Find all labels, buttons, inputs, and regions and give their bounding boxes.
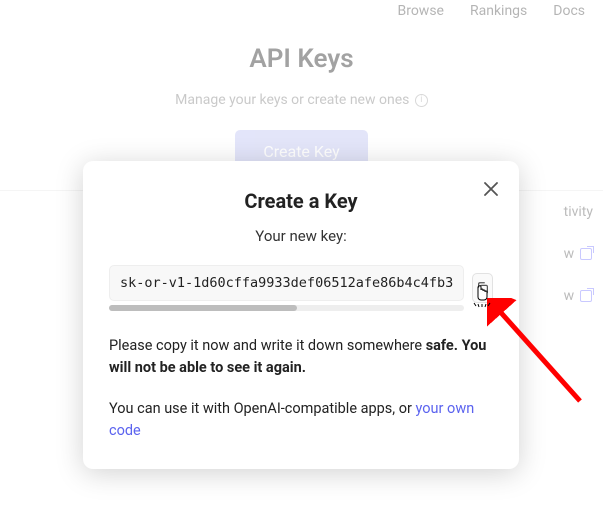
key-row: sk-or-v1-1d60cffa9933def06512afe86b4c4fb… bbox=[109, 265, 493, 311]
close-icon bbox=[484, 182, 498, 196]
page-title: API Keys bbox=[0, 44, 603, 74]
bg-right-column: tivity w w bbox=[564, 204, 593, 330]
info-icon: i bbox=[415, 94, 428, 107]
copy-icon bbox=[476, 281, 490, 295]
external-link-icon bbox=[580, 290, 592, 302]
external-link-icon bbox=[580, 248, 592, 260]
modal-subheading: Your new key: bbox=[109, 227, 493, 245]
compat-text: You can use it with OpenAI-compatible ap… bbox=[109, 398, 493, 443]
key-scrollbar[interactable] bbox=[109, 305, 464, 311]
copy-warning-text: Please copy it now and write it down som… bbox=[109, 335, 493, 380]
close-button[interactable] bbox=[479, 177, 503, 201]
page-subtitle: Manage your keys or create new ones i bbox=[0, 92, 603, 108]
page-background: API Keys Manage your keys or create new … bbox=[0, 0, 603, 173]
api-key-value[interactable]: sk-or-v1-1d60cffa9933def06512afe86b4c4fb… bbox=[109, 265, 464, 301]
modal-title: Create a Key bbox=[109, 189, 493, 213]
create-key-modal: Create a Key Your new key: sk-or-v1-1d60… bbox=[83, 161, 519, 469]
copy-key-button[interactable] bbox=[472, 273, 493, 303]
scrollbar-thumb[interactable] bbox=[109, 305, 297, 311]
